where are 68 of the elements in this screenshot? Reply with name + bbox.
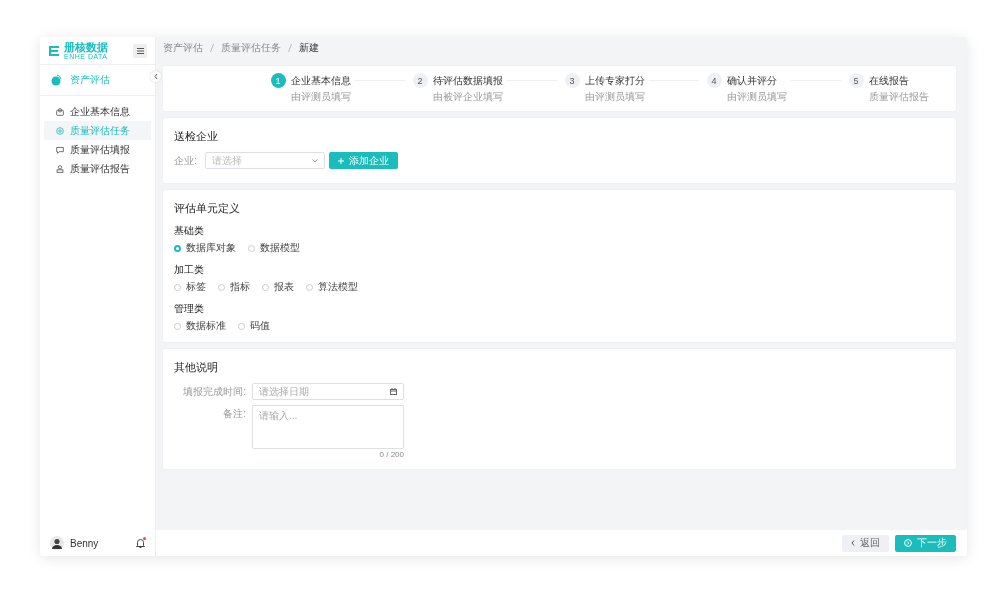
sidebar-item[interactable]: 质量评估报告 xyxy=(44,159,151,178)
step-title: 上传专家打分 xyxy=(584,74,645,88)
step-title: 待评估数据填报 xyxy=(432,74,503,88)
step-subtitle: 由评测员填写 xyxy=(584,90,645,104)
breadcrumb-item[interactable]: 质量评估任务 xyxy=(221,41,281,55)
field-label: 填报完成时间: xyxy=(182,385,246,399)
radio-button[interactable] xyxy=(306,283,313,291)
step-number: 4 xyxy=(706,73,722,88)
radio-option[interactable]: 指标 xyxy=(218,280,250,294)
person-icon xyxy=(55,163,65,174)
back-button[interactable]: 返回 xyxy=(842,534,889,552)
building-icon xyxy=(55,106,65,117)
menu-icon xyxy=(136,47,144,54)
field-label: 备注: xyxy=(222,407,246,421)
plus-icon xyxy=(337,157,344,164)
chevron-left-icon xyxy=(851,540,855,546)
step-number: 1 xyxy=(270,73,286,88)
radio-button[interactable] xyxy=(262,283,269,291)
radio-option[interactable]: 标签 xyxy=(174,280,206,294)
group-label: 管理类 xyxy=(174,302,205,316)
radio-option[interactable]: 数据模型 xyxy=(248,241,300,255)
radio-button[interactable] xyxy=(174,322,181,330)
group-label: 加工类 xyxy=(174,263,205,277)
radio-option[interactable]: 码值 xyxy=(238,319,270,333)
user-name: Benny xyxy=(70,537,99,549)
step-subtitle: 由被评企业填写 xyxy=(432,90,503,104)
logo-icon xyxy=(48,44,60,57)
radio-button[interactable] xyxy=(174,244,181,252)
avatar xyxy=(50,536,64,550)
step-number: 2 xyxy=(412,73,428,88)
target-icon xyxy=(55,125,65,136)
field-label: 企业: xyxy=(174,153,197,168)
card-title: 送检企业 xyxy=(174,130,219,144)
step-number: 5 xyxy=(848,73,864,88)
step-subtitle: 质量评估报告 xyxy=(868,90,929,104)
slash-icon xyxy=(210,44,214,52)
step-title: 企业基本信息 xyxy=(290,74,351,88)
radio-button[interactable] xyxy=(174,283,181,291)
step-number: 3 xyxy=(564,73,580,88)
breadcrumb-item: 新建 xyxy=(299,41,319,55)
radio-option[interactable]: 数据库对象 xyxy=(174,241,236,255)
radio-option[interactable]: 报表 xyxy=(262,280,294,294)
step-subtitle: 由评测员填写 xyxy=(290,90,351,104)
sidebar-item[interactable]: 企业基本信息 xyxy=(44,102,151,121)
collapse-button[interactable] xyxy=(150,71,161,82)
card-title: 评估单元定义 xyxy=(174,202,241,216)
slash-icon xyxy=(288,44,292,52)
circle-arrow-icon xyxy=(904,539,912,547)
radio-option[interactable]: 数据标准 xyxy=(174,319,226,333)
bell-icon[interactable] xyxy=(136,538,145,548)
step-title: 确认并评分 xyxy=(726,74,778,88)
radio-button[interactable] xyxy=(248,244,255,252)
sidebar-item[interactable]: 质量评估填报 xyxy=(44,140,151,159)
radio-button[interactable] xyxy=(218,283,225,291)
calendar-icon xyxy=(390,388,397,395)
chat-icon xyxy=(55,144,65,155)
radio-option[interactable]: 算法模型 xyxy=(306,280,358,294)
character-counter: 0 / 200 xyxy=(378,450,404,459)
card-title: 其他说明 xyxy=(174,361,219,375)
chevron-left-icon xyxy=(153,74,158,79)
step-subtitle: 由评测员填写 xyxy=(726,90,787,104)
step-title: 在线报告 xyxy=(868,74,910,88)
menu-button[interactable] xyxy=(133,43,147,58)
logo-title: 册核数据 xyxy=(64,41,108,53)
group-label: 基础类 xyxy=(174,224,205,238)
pie-chart-icon xyxy=(50,74,62,86)
chevron-down-icon xyxy=(311,158,318,163)
radio-button[interactable] xyxy=(238,322,245,330)
